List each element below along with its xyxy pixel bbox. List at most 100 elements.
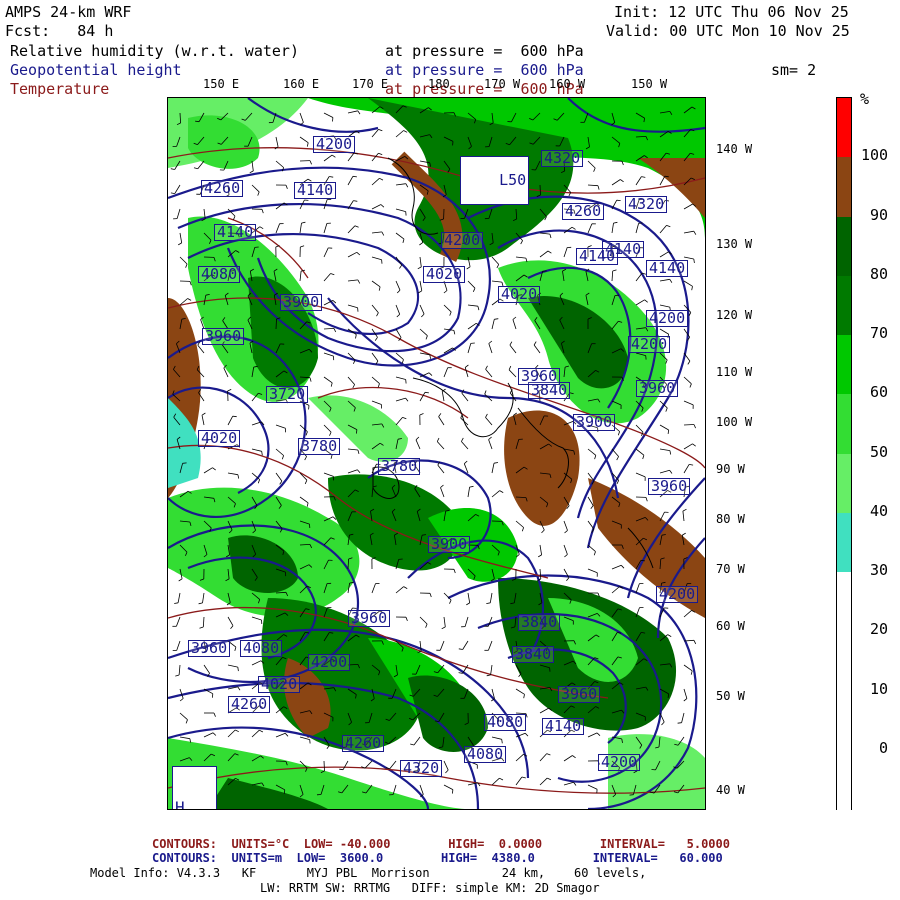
wind-barb bbox=[683, 424, 695, 426]
height-contour-label: 3780 bbox=[298, 438, 341, 455]
wind-barb-flag bbox=[357, 469, 361, 473]
wind-barb bbox=[395, 208, 406, 212]
wind-barb-flag bbox=[281, 455, 284, 460]
wind-barb bbox=[539, 184, 541, 196]
wind-barb-flag bbox=[339, 768, 344, 771]
wind-barb-flag bbox=[257, 191, 260, 196]
wind-barb bbox=[683, 464, 690, 474]
wind-barb bbox=[197, 344, 205, 354]
wind-barb bbox=[683, 664, 693, 672]
wind-barb bbox=[635, 583, 640, 594]
wind-barb bbox=[415, 439, 421, 450]
height-contour-label: 4320 bbox=[400, 760, 443, 777]
wind-barb-flag bbox=[682, 532, 686, 536]
model-title: AMPS 24-km WRF bbox=[5, 3, 132, 21]
wind-barb-flag bbox=[488, 436, 492, 440]
colorbar-segment bbox=[837, 335, 851, 395]
high-center-letter: H bbox=[175, 798, 185, 810]
wind-barb bbox=[275, 223, 280, 234]
wind-barb-flag bbox=[213, 712, 216, 717]
wind-barb bbox=[347, 152, 355, 162]
wind-barb bbox=[635, 223, 639, 234]
wind-barb bbox=[323, 376, 333, 384]
wind-barb bbox=[539, 544, 542, 555]
colorbar-segment bbox=[837, 394, 851, 454]
wind-barb-flag bbox=[464, 364, 469, 368]
wind-barb bbox=[439, 640, 445, 651]
wind-barb bbox=[437, 464, 445, 474]
wind-barb bbox=[485, 417, 493, 426]
wind-barb bbox=[251, 184, 260, 193]
low-center-marker: L50 bbox=[460, 156, 530, 205]
wind-barb bbox=[227, 729, 236, 738]
wind-barb bbox=[683, 688, 688, 699]
wind-barb bbox=[611, 223, 614, 234]
wind-barb-flag bbox=[645, 497, 648, 502]
wind-barb bbox=[299, 271, 302, 282]
wind-barb bbox=[395, 586, 404, 594]
wind-barb bbox=[395, 232, 405, 240]
wind-barb-flag bbox=[683, 698, 688, 702]
wind-barb-flag bbox=[547, 250, 552, 254]
wind-barb-flag bbox=[380, 204, 385, 208]
wind-barb-flag bbox=[237, 667, 239, 672]
wind-barb-flag bbox=[571, 226, 576, 230]
wind-barb bbox=[659, 278, 670, 282]
colorbar-label: 90 bbox=[870, 205, 889, 224]
wind-barb-flag bbox=[234, 646, 237, 652]
wind-barb bbox=[443, 367, 449, 378]
wind-barb bbox=[635, 299, 645, 306]
wind-barb bbox=[419, 280, 423, 291]
wind-barb-flag bbox=[687, 360, 691, 365]
wind-barb-flag bbox=[356, 429, 358, 434]
wind-barb bbox=[395, 397, 406, 402]
wind-barb-flag bbox=[593, 551, 596, 556]
lat-label: 110 W bbox=[716, 365, 753, 379]
wind-barb-flag bbox=[187, 298, 192, 301]
wind-barb bbox=[539, 777, 548, 786]
wind-barb-flag bbox=[227, 389, 232, 392]
wind-barb bbox=[611, 270, 614, 282]
wind-barb bbox=[275, 136, 279, 147]
wind-barb-flag bbox=[402, 238, 405, 244]
wind-barb bbox=[635, 176, 642, 186]
wind-barb-flag bbox=[326, 745, 330, 749]
wind-barb-flag bbox=[174, 602, 179, 604]
wind-barb bbox=[681, 712, 685, 723]
wind-barb bbox=[176, 616, 181, 627]
wind-barb-flag bbox=[590, 505, 594, 509]
wind-barb-flag bbox=[237, 474, 240, 479]
wind-barb-flag bbox=[396, 289, 401, 294]
wind-barb-flag bbox=[691, 286, 693, 291]
wind-barb-flag bbox=[564, 530, 568, 534]
wind-barb bbox=[467, 304, 478, 307]
wind-barb-flag bbox=[641, 176, 646, 178]
height-contour-label: 4200 bbox=[598, 754, 641, 771]
wind-barb-flag bbox=[401, 359, 404, 364]
lat-label: 40 W bbox=[716, 783, 745, 797]
wind-barb-flag bbox=[212, 732, 217, 736]
wind-barb-flag bbox=[573, 782, 577, 786]
colorbar-label: 0 bbox=[879, 738, 889, 757]
wind-barb bbox=[533, 344, 541, 354]
wind-barb bbox=[347, 279, 358, 282]
wind-barb-flag bbox=[185, 263, 188, 268]
wind-barb-flag bbox=[440, 484, 444, 488]
wind-barb-flag bbox=[403, 130, 408, 133]
wind-barb bbox=[371, 304, 379, 313]
lon-label: 160 E bbox=[283, 77, 320, 91]
wind-barb bbox=[443, 616, 446, 627]
wind-barb bbox=[635, 448, 645, 456]
wind-barb-flag bbox=[617, 431, 620, 436]
wind-barb-flag bbox=[419, 242, 423, 246]
wind-barb-flag bbox=[305, 431, 308, 436]
wind-barb-flag bbox=[199, 626, 204, 629]
wind-barb bbox=[563, 781, 574, 786]
wind-barb-flag bbox=[469, 485, 474, 488]
wind-barb bbox=[419, 256, 422, 267]
forecast-hour: Fcst: 84 h bbox=[5, 22, 114, 40]
wind-barb bbox=[323, 154, 333, 162]
wind-barb-flag bbox=[453, 569, 456, 574]
wind-barb bbox=[491, 256, 499, 265]
wind-barb-flag bbox=[690, 670, 693, 675]
